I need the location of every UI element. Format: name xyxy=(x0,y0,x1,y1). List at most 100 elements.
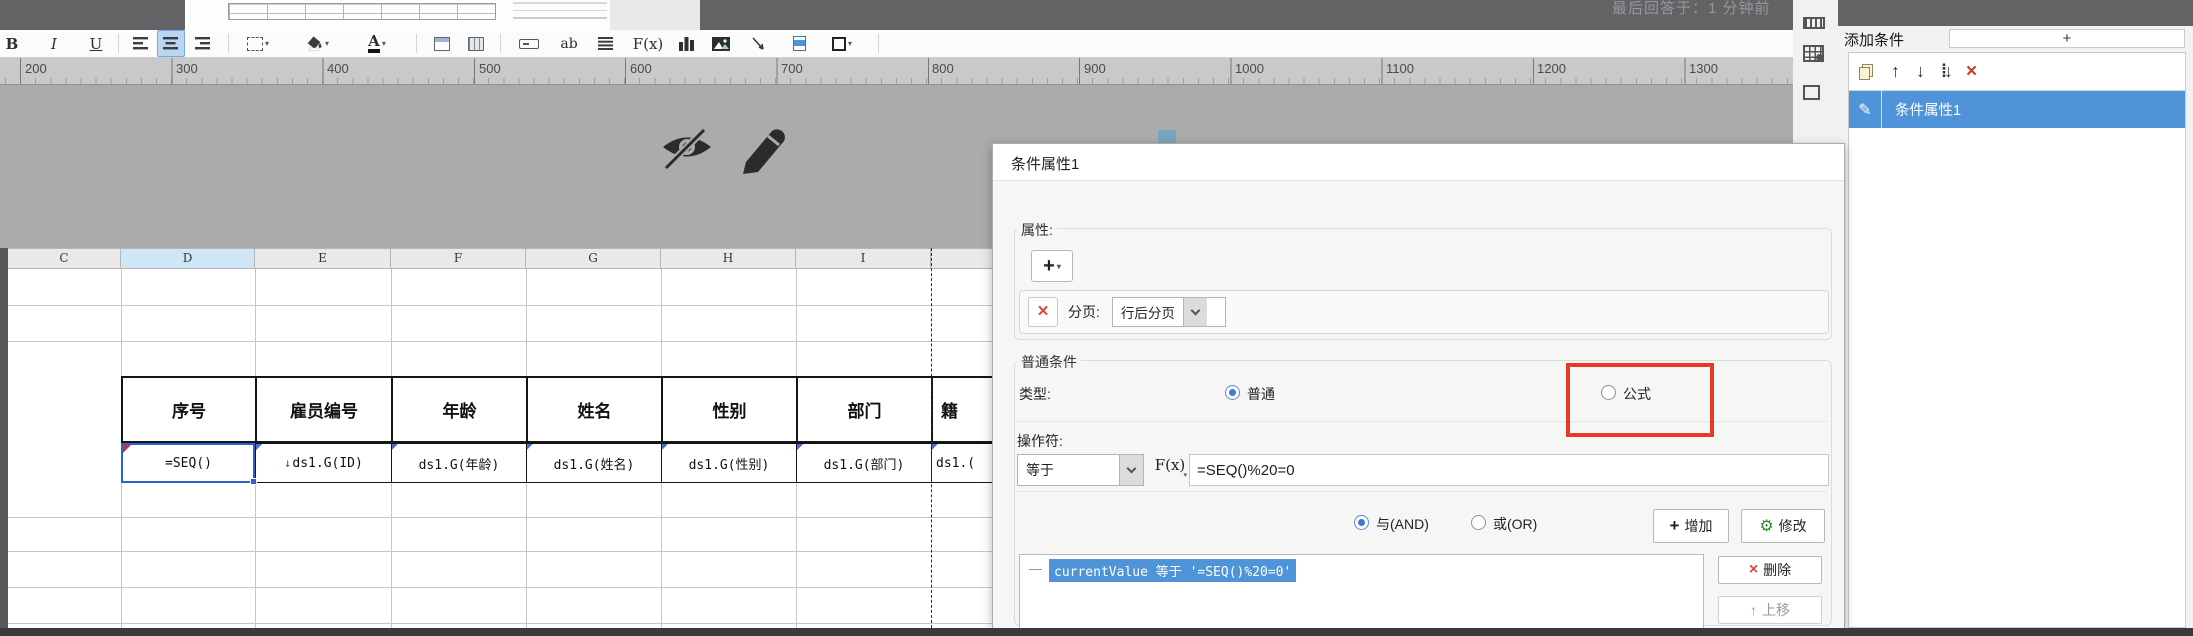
column-header-g[interactable]: G xyxy=(526,249,661,268)
align-right-button[interactable] xyxy=(190,30,216,57)
dialog-title: 条件属性1 xyxy=(1011,156,1080,173)
plus-icon: + xyxy=(1669,516,1680,535)
report-data-cell[interactable]: =SEQ() xyxy=(121,443,256,483)
report-data-cell[interactable]: ds1.G(部门) xyxy=(796,443,932,483)
sort-icon[interactable]: ⁞↓ xyxy=(1941,61,1953,82)
chart-button[interactable] xyxy=(672,30,700,57)
column-header-e[interactable]: E xyxy=(255,249,391,268)
column-header-j[interactable] xyxy=(931,249,992,268)
toolbar-separator xyxy=(228,34,229,53)
pencil-icon: ✎ xyxy=(1858,101,1872,119)
condition-list-toolbar: ↑ ↓ ⁞↓ × xyxy=(1849,53,2185,91)
subreport-button[interactable] xyxy=(784,30,814,57)
type-normal-radio[interactable] xyxy=(1225,385,1240,400)
text-field-button[interactable] xyxy=(514,30,544,57)
report-data-row: =SEQ() ↓ ds1.G(ID) ds1.G(年龄) ds1.G(姓名) ds… xyxy=(121,443,993,483)
report-header-cell[interactable]: 序号 xyxy=(121,376,257,443)
operator-select[interactable]: 等于 xyxy=(1017,454,1144,486)
condition-panel: 添加条件 + ↑ ↓ ⁞↓ × ✎ 条件属性1 xyxy=(1838,26,2193,628)
move-down-icon[interactable]: ↓ xyxy=(1916,61,1925,82)
add-attribute-button[interactable]: + ▾ xyxy=(1031,250,1073,282)
edit-button[interactable] xyxy=(738,112,788,179)
formula-button[interactable]: F(x) xyxy=(630,30,666,57)
condition-clause-list[interactable]: — currentValue 等于 '=SEQ()%20=0' xyxy=(1019,554,1704,628)
dialog-title-bar[interactable]: 条件属性1 xyxy=(993,144,1844,181)
tree-collapse-icon[interactable]: — xyxy=(1029,561,1042,576)
annotation-highlight-box xyxy=(1566,363,1714,437)
report-header-cell[interactable]: 部门 xyxy=(796,376,933,443)
report-header-cell[interactable]: 年龄 xyxy=(391,376,528,443)
report-header-cell[interactable]: 姓名 xyxy=(526,376,663,443)
border-icon xyxy=(246,36,263,51)
image-button[interactable] xyxy=(706,30,736,57)
condition-attribute-dialog: 条件属性1 属性: + ▾ × 分页: 行后分页 普通条件 类型: 普通 公式 操… xyxy=(992,143,1845,629)
ruler-label: 200 xyxy=(25,61,47,76)
line-tool-button[interactable] xyxy=(744,30,774,57)
condition-list-item-selected[interactable]: ✎ 条件属性1 xyxy=(1849,91,2185,128)
add-condition-button[interactable]: + xyxy=(1949,29,2185,48)
font-color-icon: A xyxy=(368,34,380,53)
fill-color-button[interactable]: ▾ xyxy=(300,30,336,57)
condition-list: ↑ ↓ ⁞↓ × ✎ 条件属性1 xyxy=(1848,52,2186,628)
paragraph-lines-button[interactable] xyxy=(592,30,620,57)
column-header-i[interactable]: I xyxy=(796,249,931,268)
column-header-d[interactable]: D xyxy=(121,249,255,268)
gridline xyxy=(8,517,992,518)
pagination-select[interactable]: 行后分页 xyxy=(1111,297,1226,327)
shape-tool-button[interactable] xyxy=(1803,85,1820,100)
cell-expand-marker xyxy=(122,444,128,450)
copy-button[interactable] xyxy=(1859,63,1875,80)
move-up-button[interactable]: ↑ 上移 xyxy=(1718,596,1822,624)
expand-down-icon: ↓ xyxy=(284,456,292,470)
ruler-label: 800 xyxy=(932,61,954,76)
ruler-scroll-thumb[interactable] xyxy=(1158,130,1176,143)
join-or-radio[interactable] xyxy=(1471,515,1486,530)
column-header-f[interactable]: F xyxy=(391,249,526,268)
report-header-cell[interactable]: 雇员编号 xyxy=(255,376,393,443)
align-center-button[interactable] xyxy=(157,30,185,57)
report-data-cell[interactable]: ds1.G(年龄) xyxy=(391,443,527,483)
report-data-cell[interactable]: ds1.( xyxy=(931,443,993,483)
font-color-button[interactable]: A ▾ xyxy=(358,30,396,57)
text-ab-button[interactable]: ab xyxy=(556,30,582,57)
report-data-cell[interactable]: ↓ ds1.G(ID) xyxy=(255,443,392,483)
side-tool-strip xyxy=(1793,0,1838,143)
move-up-icon[interactable]: ↑ xyxy=(1891,61,1900,82)
grid-info-button[interactable] xyxy=(1803,45,1824,62)
report-header-cell[interactable]: 籍 xyxy=(931,376,994,443)
ruler-tool-button[interactable] xyxy=(1803,17,1825,29)
ruler-label: 1100 xyxy=(1386,61,1414,76)
align-left-button[interactable] xyxy=(128,30,154,57)
report-data-cell[interactable]: ds1.G(姓名) xyxy=(526,443,662,483)
preview-mini-table xyxy=(228,3,496,20)
gear-icon: ⚙ xyxy=(1759,518,1774,535)
formula-editor-button[interactable]: F(x) ▾ xyxy=(1153,456,1187,486)
dialog-divider xyxy=(1017,491,1827,492)
join-and-radio[interactable] xyxy=(1354,515,1369,530)
underline-button[interactable]: U xyxy=(86,30,106,57)
background-window-preview xyxy=(185,0,610,30)
modify-condition-clause-button[interactable]: ⚙ 修改 xyxy=(1741,509,1825,543)
border-button[interactable]: ▾ xyxy=(240,30,276,57)
delete-clause-button[interactable]: × 删除 xyxy=(1718,556,1822,584)
hide-preview-button[interactable] xyxy=(660,116,714,177)
attribute-label: 属性: xyxy=(1017,220,1057,240)
column-header-h[interactable]: H xyxy=(661,249,796,268)
remove-attribute-button[interactable]: × xyxy=(1028,297,1058,327)
edit-condition-cell[interactable]: ✎ xyxy=(1849,91,1882,128)
bold-button[interactable]: B xyxy=(0,30,24,57)
shape-button[interactable]: ▾ xyxy=(822,30,862,57)
remove-condition-icon[interactable]: × xyxy=(1966,61,1977,83)
condition-value-input[interactable]: =SEQ()%20=0 xyxy=(1189,454,1829,486)
report-header-cell[interactable]: 性别 xyxy=(661,376,798,443)
cell-expand-marker xyxy=(527,444,533,450)
grid-button[interactable] xyxy=(462,30,490,57)
italic-button[interactable]: I xyxy=(44,30,64,57)
join-or-label: 或(OR) xyxy=(1493,516,1538,532)
subreport-icon xyxy=(792,36,806,51)
add-condition-clause-button[interactable]: + 增加 xyxy=(1653,509,1729,543)
column-header-c[interactable]: C xyxy=(8,249,121,268)
condition-clause-item[interactable]: currentValue 等于 '=SEQ()%20=0' xyxy=(1049,559,1297,582)
merge-cell-button[interactable] xyxy=(428,30,456,57)
report-data-cell[interactable]: ds1.G(性别) xyxy=(661,443,797,483)
